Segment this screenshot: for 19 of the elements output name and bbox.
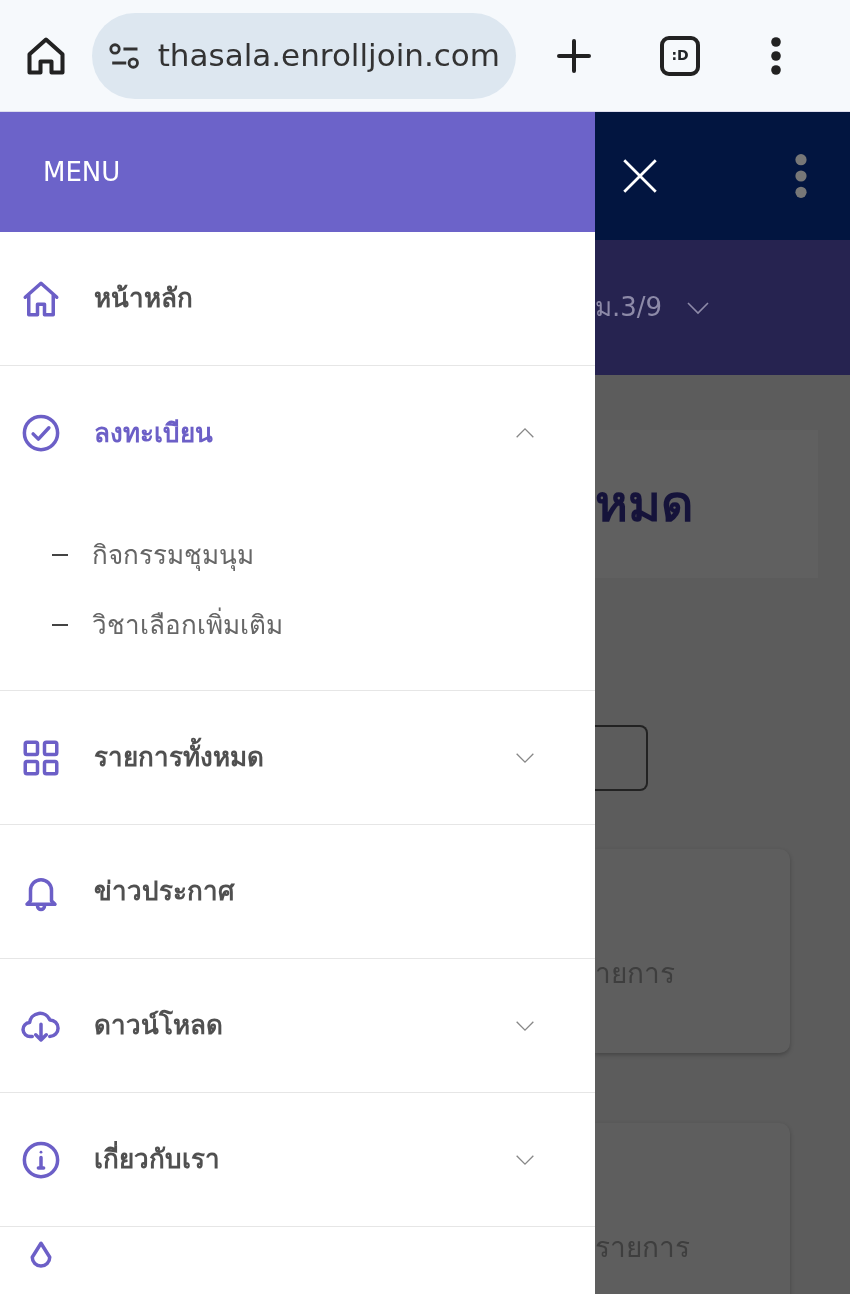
dash-icon — [52, 623, 68, 627]
class-select[interactable]: ม.3/9 — [595, 288, 663, 327]
menu-item[interactable]: หน้าหลัก — [0, 232, 595, 366]
check-circle-icon — [20, 412, 62, 454]
submenu-item[interactable]: วิชาเลือกเพิ่มเติม — [0, 590, 595, 660]
page-heading: หมด — [595, 473, 693, 535]
menu-item[interactable]: ลงทะเบียน — [0, 366, 595, 500]
tab-switcher-button[interactable]: :D — [660, 35, 700, 76]
submenu-item[interactable]: กิจกรรมชุมนุม — [0, 520, 595, 590]
url-field[interactable]: thasala.enrolljoin.com — [92, 12, 516, 99]
more-options-icon[interactable] — [770, 35, 782, 76]
chevron-down-icon[interactable] — [686, 300, 711, 315]
site-settings-icon[interactable] — [108, 40, 142, 71]
menu-item[interactable]: เกี่ยวกับเรา — [0, 1093, 595, 1227]
dash-icon — [52, 553, 68, 557]
menu-item[interactable]: รายการทั้งหมด — [0, 691, 595, 825]
menu-item[interactable]: ดาวน์โหลด — [0, 959, 595, 1093]
menu-title: MENU — [43, 155, 121, 189]
menu-item[interactable]: ข่าวประกาศ — [0, 825, 595, 959]
